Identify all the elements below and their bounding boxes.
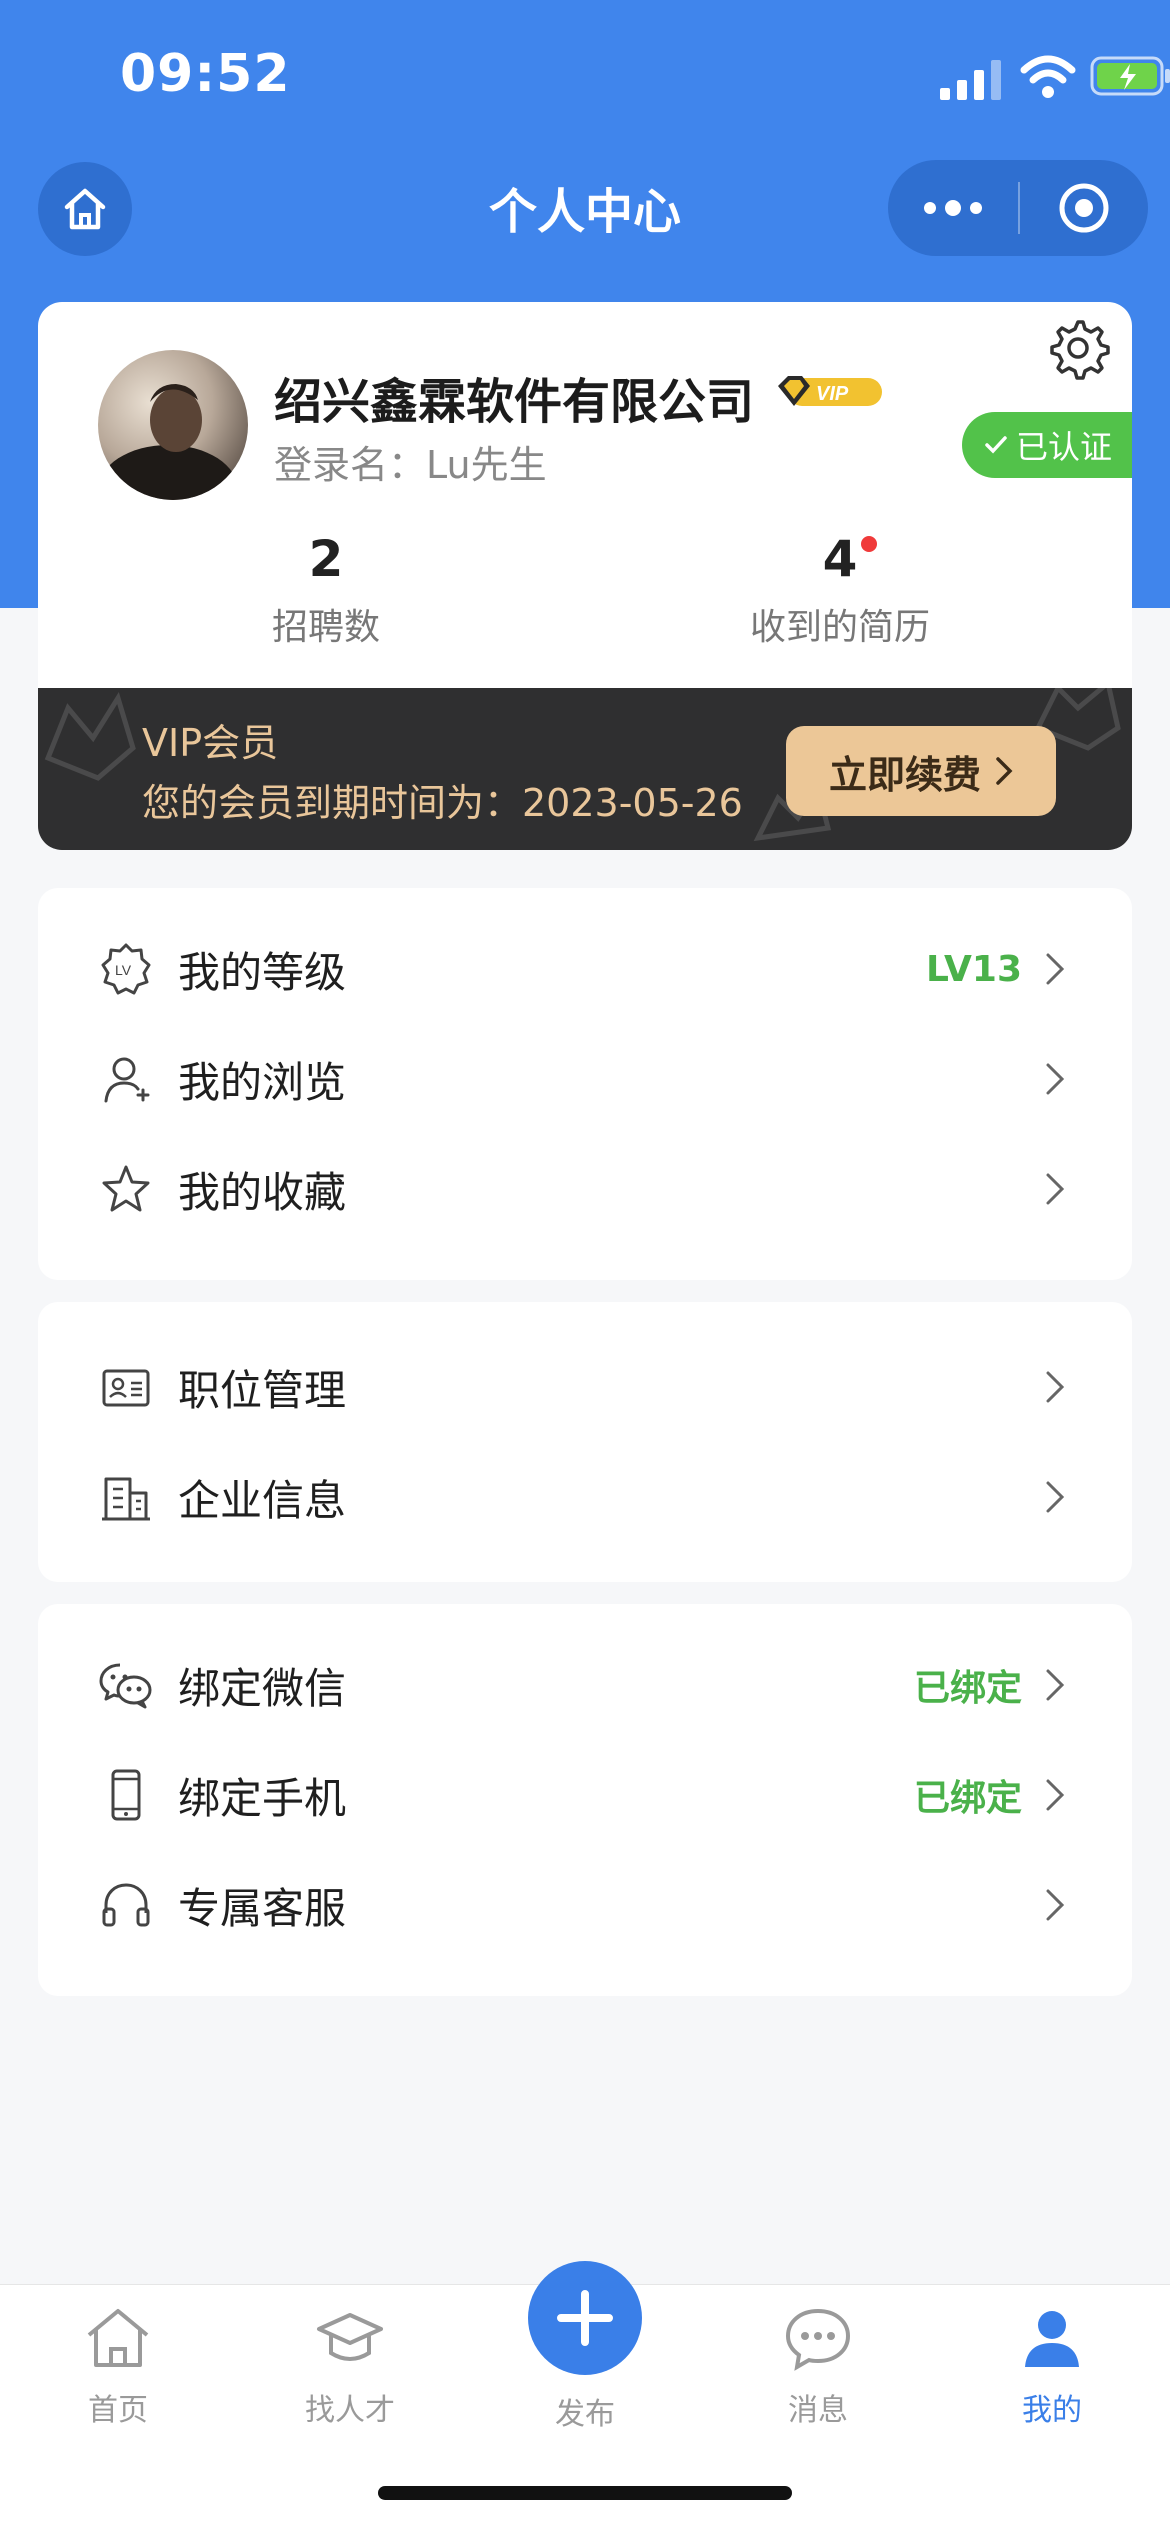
home-indicator	[378, 2486, 792, 2500]
vip-banner: VIP会员 您的会员到期时间为：2023-05-26 立即续费	[38, 688, 1132, 850]
plus-icon	[557, 2290, 613, 2346]
company-name: 绍兴鑫霖软件有限公司	[274, 374, 755, 430]
vip-expire-date: 您的会员到期时间为：2023-05-26	[142, 781, 743, 825]
tab-messages[interactable]: 消息	[738, 2305, 898, 2429]
wechat-icon	[99, 1663, 152, 1709]
chevron-right-icon	[1046, 953, 1065, 985]
chevron-right-icon	[1046, 1063, 1065, 1095]
battery-icon	[1090, 56, 1170, 96]
wifi-icon	[1020, 55, 1076, 98]
publish-button[interactable]	[528, 2261, 642, 2375]
chevron-right-icon	[1046, 1173, 1065, 1205]
home-icon	[87, 2309, 149, 2367]
menu-group-company: 职位管理 企业信息	[38, 1302, 1132, 1582]
chevron-right-icon	[1046, 1371, 1065, 1403]
signal-icon	[940, 60, 1001, 100]
menu-item-favorites-label: 我的收藏	[178, 1167, 347, 1217]
menu-item-level[interactable]: LV 我的等级 LV13	[38, 914, 1132, 1024]
building-icon	[102, 1477, 150, 1521]
status-bar: 09:52	[0, 0, 1170, 150]
nav-bar: 个人中心	[0, 150, 1170, 270]
level-icon: LV	[101, 943, 151, 995]
verified-badge: 已认证	[962, 412, 1132, 478]
tab-publish-label: 发布	[555, 2397, 615, 2432]
headset-icon	[102, 1883, 150, 1927]
tab-mine[interactable]: 我的	[972, 2305, 1132, 2429]
profile-card: 绍兴鑫霖软件有限公司 VIP 登录名：Lu先生 已认证 2 招聘数 4 收到的简…	[38, 302, 1132, 688]
person-icon	[1025, 2311, 1079, 2367]
tab-talent-label: 找人才	[305, 2393, 395, 2428]
level-value: LV13	[926, 948, 1022, 990]
verified-label: 已认证	[1015, 428, 1112, 466]
tab-talent[interactable]: 找人才	[270, 2305, 430, 2429]
tab-home[interactable]: 首页	[38, 2305, 198, 2429]
status-icons	[850, 48, 1170, 108]
graduation-cap-icon	[317, 2313, 383, 2361]
stat-jobs-value: 2	[308, 530, 344, 588]
svg-text:LV: LV	[115, 962, 132, 978]
chevron-right-icon	[1046, 1669, 1065, 1701]
user-icon	[104, 1057, 150, 1103]
stat-resumes-value: 4	[822, 530, 858, 588]
star-icon	[102, 1165, 150, 1212]
stat-resumes-value-wrap: 4	[822, 530, 878, 588]
menu-item-phone-label: 绑定手机	[178, 1773, 347, 1823]
renew-label: 立即续费	[828, 752, 981, 797]
vip-badge-text: VIP	[816, 383, 849, 405]
menu-item-company-info-label: 企业信息	[178, 1475, 347, 1525]
stat-resumes[interactable]: 4 收到的简历	[640, 530, 1040, 650]
vip-title: VIP会员	[142, 721, 279, 765]
menu-item-support[interactable]: 专属客服	[38, 1850, 1132, 1960]
wechat-bind-status: 已绑定	[913, 1668, 1022, 1709]
menu-item-company-info[interactable]: 企业信息	[38, 1442, 1132, 1552]
phone-bind-status: 已绑定	[913, 1778, 1022, 1819]
tab-publish[interactable]: 发布	[505, 2261, 665, 2433]
menu-item-jobs[interactable]: 职位管理	[38, 1332, 1132, 1442]
menu-group-account: 绑定微信 已绑定 绑定手机 已绑定 专属客服	[38, 1604, 1132, 1996]
menu-item-wechat[interactable]: 绑定微信 已绑定	[38, 1630, 1132, 1740]
more-button[interactable]	[888, 200, 1018, 216]
menu-item-favorites[interactable]: 我的收藏	[38, 1134, 1132, 1244]
stat-jobs-label: 招聘数	[271, 607, 380, 648]
menu-item-history-label: 我的浏览	[178, 1057, 347, 1107]
login-name: 登录名：Lu先生	[274, 443, 547, 487]
chevron-right-icon	[1046, 1889, 1065, 1921]
chevron-right-icon	[1046, 1481, 1065, 1513]
menu-group-profile: LV 我的等级 LV13 我的浏览 我的收藏	[38, 888, 1132, 1280]
renew-button[interactable]: 立即续费	[786, 726, 1056, 816]
phone-icon	[111, 1769, 141, 1821]
tab-home-label: 首页	[88, 2393, 148, 2428]
menu-item-history[interactable]: 我的浏览	[38, 1024, 1132, 1134]
tab-messages-label: 消息	[788, 2393, 848, 2428]
vip-badge-icon: VIP	[778, 376, 882, 406]
menu-item-phone[interactable]: 绑定手机 已绑定	[38, 1740, 1132, 1850]
chevron-right-icon	[996, 757, 1013, 785]
avatar-image	[98, 384, 238, 500]
menu-item-wechat-label: 绑定微信	[178, 1663, 347, 1713]
status-time: 09:52	[120, 44, 291, 104]
close-program-button[interactable]	[1020, 180, 1148, 236]
chevron-right-icon	[1046, 1779, 1065, 1811]
avatar[interactable]	[98, 350, 248, 500]
id-card-icon	[102, 1369, 150, 1407]
tab-mine-label: 我的	[1022, 2393, 1082, 2428]
menu-item-support-label: 专属客服	[178, 1883, 347, 1933]
target-icon	[1059, 183, 1109, 233]
chat-bubble-icon	[785, 2308, 851, 2371]
profile-page: 09:52 个人中心 绍兴鑫霖软件有限公司 VIP 登录名：Lu先生 已认证 2…	[0, 0, 1170, 2532]
menu-item-jobs-label: 职位管理	[178, 1365, 347, 1415]
unread-dot	[861, 536, 878, 552]
check-icon	[985, 436, 1007, 454]
gear-icon[interactable]	[1044, 314, 1112, 382]
stat-resumes-label: 收到的简历	[749, 607, 930, 648]
mini-program-capsule	[888, 160, 1148, 256]
stat-jobs[interactable]: 2 招聘数	[126, 530, 526, 650]
menu-item-level-label: 我的等级	[178, 947, 347, 997]
